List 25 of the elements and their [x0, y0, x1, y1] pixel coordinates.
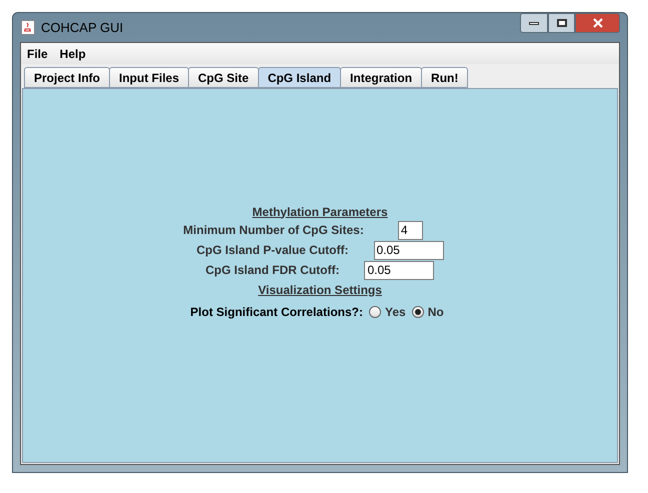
menu-item[interactable]: File — [22, 44, 53, 62]
radio-button[interactable]: Yes — [368, 302, 406, 320]
field-label: Minimum Number of CpG Sites: — [183, 222, 364, 239]
input-field[interactable]: 4 — [398, 220, 423, 240]
tab[interactable]: Integration — [340, 67, 422, 88]
section-heading: Methylation Parameters — [252, 204, 388, 220]
coffee-cup-icon — [21, 20, 35, 35]
minimize-button[interactable] — [520, 13, 548, 33]
field-label: CpG Island FDR Cutoff: — [206, 262, 340, 279]
menu-item[interactable]: Help — [54, 44, 91, 62]
close-button[interactable] — [575, 13, 620, 33]
tab[interactable]: CpG Site — [188, 67, 259, 88]
tab[interactable]: CpG Island — [258, 67, 342, 88]
maximize-button[interactable] — [548, 13, 575, 33]
field-label: CpG Island P-value Cutoff: — [196, 242, 348, 259]
input-field[interactable]: 0.05 — [364, 260, 434, 280]
input-field[interactable]: 0.05 — [374, 240, 444, 260]
tab[interactable]: Project Info — [24, 67, 110, 88]
tab[interactable]: Input Files — [109, 67, 190, 88]
window-title: COHCAP GUI — [41, 18, 124, 37]
tab[interactable]: Run! — [421, 67, 468, 88]
close-icon — [592, 18, 602, 28]
radio-button[interactable]: No — [412, 302, 444, 320]
section-heading: Visualization Settings — [258, 282, 382, 298]
field-label: Plot Significant Correlations?: — [190, 304, 363, 320]
